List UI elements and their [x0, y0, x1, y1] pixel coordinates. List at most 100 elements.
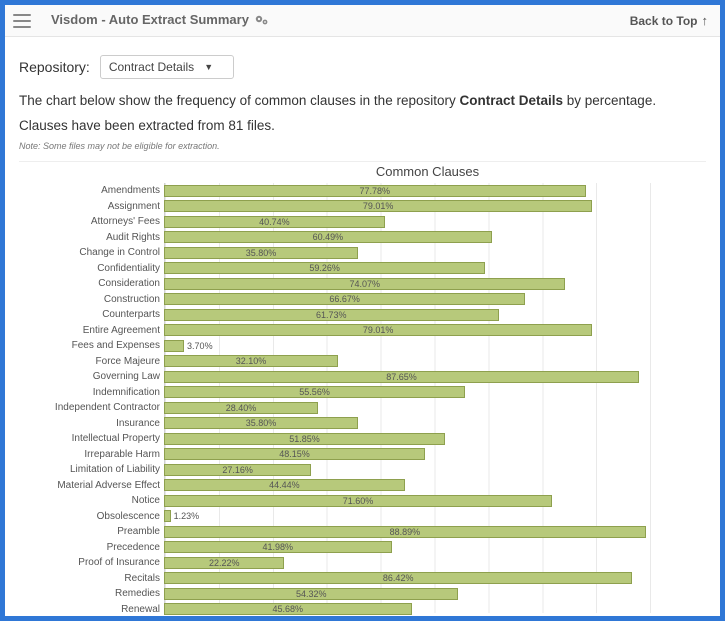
bar-value-label: 79.01%: [363, 201, 394, 211]
chart-row: Preamble 88.89%: [19, 524, 706, 540]
chevron-down-icon: ▼: [204, 62, 213, 72]
bar-track: 77.78%: [164, 185, 706, 197]
category-label: Intellectual Property: [19, 433, 164, 444]
chart-row: Notice 71.60%: [19, 493, 706, 509]
back-to-top-link[interactable]: Back to Top ↑: [630, 13, 708, 28]
bar-track: 35.80%: [164, 417, 706, 429]
category-label: Precedence: [19, 542, 164, 553]
chart-row: Change in Control35.80%: [19, 245, 706, 261]
category-label: Force Majeure: [19, 356, 164, 367]
chart-row: Remedies 54.32%: [19, 586, 706, 602]
bar-value-label: 74.07%: [349, 279, 380, 289]
chart-row: Proof of Insurance22.22%: [19, 555, 706, 571]
bar-value-label: 54.32%: [296, 589, 327, 599]
category-label: Amendments: [19, 185, 164, 196]
chart-row: Consideration74.07%: [19, 276, 706, 292]
category-label: Entire Agreement: [19, 325, 164, 336]
bar-value-label: 28.40%: [226, 403, 257, 413]
repository-select[interactable]: Contract Details ▼: [100, 55, 234, 79]
bar-value-label: 41.98%: [263, 542, 294, 552]
bar-track: 35.80%: [164, 247, 706, 259]
bar-value-label: 86.42%: [383, 573, 414, 583]
chart-row: Confidentiality59.26%: [19, 261, 706, 277]
category-label: Preamble: [19, 526, 164, 537]
chart-row: Audit Rights 60.49%: [19, 230, 706, 246]
bar-value-label: 88.89%: [390, 527, 421, 537]
bar-value-label: 66.67%: [329, 294, 360, 304]
bar-value-label: 1.23%: [174, 511, 200, 521]
category-label: Counterparts: [19, 309, 164, 320]
chart-row: Irreparable Harm48.15%: [19, 447, 706, 463]
chart-row: Intellectual Property51.85%: [19, 431, 706, 447]
category-label: Notice: [19, 495, 164, 506]
category-label: Irreparable Harm: [19, 449, 164, 460]
bar-value-label: 71.60%: [343, 496, 374, 506]
category-label: Remedies: [19, 588, 164, 599]
category-label: Recitals: [19, 573, 164, 584]
bar-value-label: 79.01%: [363, 325, 394, 335]
chart-container: Common Clauses Amendments77.78%Assignmen…: [19, 161, 706, 613]
bar-track: 41.98%: [164, 541, 706, 553]
bar-track: 32.10%: [164, 355, 706, 367]
chart-row: Governing Law 87.65%: [19, 369, 706, 385]
bar-track: 44.44%: [164, 479, 706, 491]
bar-value-label: 44.44%: [269, 480, 300, 490]
category-label: Fees and Expenses: [19, 340, 164, 351]
category-label: Attorneys' Fees: [19, 216, 164, 227]
note-text: Note: Some files may not be eligible for…: [19, 141, 706, 151]
bar-track: 88.89%: [164, 526, 706, 538]
bar-track: 74.07%: [164, 278, 706, 290]
category-label: Audit Rights: [19, 232, 164, 243]
chart-rows: Amendments77.78%Assignment79.01%Attorney…: [19, 183, 706, 616]
category-label: Construction: [19, 294, 164, 305]
chart-row: Insurance 35.80%: [19, 416, 706, 432]
app-header: Visdom - Auto Extract Summary Back to To…: [5, 5, 720, 37]
chart-row: Attorneys' Fees 40.74%: [19, 214, 706, 230]
bar: [164, 510, 171, 522]
chart-row: Construction 66.67%: [19, 292, 706, 308]
chart-row: Recitals 86.42%: [19, 571, 706, 587]
bar-track: 54.32%: [164, 588, 706, 600]
bar-value-label: 32.10%: [236, 356, 267, 366]
bar-value-label: 61.73%: [316, 310, 347, 320]
chart-row: Entire Agreement 79.01%: [19, 323, 706, 339]
bar-value-label: 35.80%: [246, 248, 277, 258]
repository-selected-value: Contract Details: [109, 60, 194, 74]
bar-value-label: 60.49%: [313, 232, 344, 242]
bar: [164, 340, 184, 352]
category-label: Insurance: [19, 418, 164, 429]
repository-label: Repository:: [19, 59, 90, 75]
bar-track: 3.70%: [164, 340, 706, 352]
chart-row: Precedence 41.98%: [19, 540, 706, 556]
chart-row: Amendments77.78%: [19, 183, 706, 199]
bar-track: 87.65%: [164, 371, 706, 383]
chart-row: Fees and Expenses3.70%: [19, 338, 706, 354]
chart-row: Material Adverse Effect44.44%: [19, 478, 706, 494]
category-label: Confidentiality: [19, 263, 164, 274]
bar-track: 45.68%: [164, 603, 706, 615]
category-label: Assignment: [19, 201, 164, 212]
bar-track: 28.40%: [164, 402, 706, 414]
bar-track: 86.42%: [164, 572, 706, 584]
bar-value-label: 27.16%: [222, 465, 253, 475]
chart-title: Common Clauses: [149, 164, 706, 179]
chart-row: Force Majeure 32.10%: [19, 354, 706, 370]
bar-track: 66.67%: [164, 293, 706, 305]
bar-track: 71.60%: [164, 495, 706, 507]
category-label: Governing Law: [19, 371, 164, 382]
bar-track: 61.73%: [164, 309, 706, 321]
bar-value-label: 35.80%: [246, 418, 277, 428]
chart-row: Assignment 79.01%: [19, 199, 706, 215]
chart-row: Indemnification55.56%: [19, 385, 706, 401]
description-line-1: The chart below show the frequency of co…: [19, 93, 706, 108]
bar-value-label: 22.22%: [209, 558, 240, 568]
chart-row: Renewal45.68%: [19, 602, 706, 617]
page-title: Visdom - Auto Extract Summary: [51, 12, 269, 28]
content-area: Repository: Contract Details ▼ The chart…: [5, 37, 720, 616]
category-label: Indemnification: [19, 387, 164, 398]
bar-value-label: 87.65%: [386, 372, 417, 382]
bar-value-label: 40.74%: [259, 217, 290, 227]
chart-row: Limitation of Liability27.16%: [19, 462, 706, 478]
menu-icon[interactable]: [13, 14, 31, 28]
description-line-2: Clauses have been extracted from 81 file…: [19, 118, 706, 133]
